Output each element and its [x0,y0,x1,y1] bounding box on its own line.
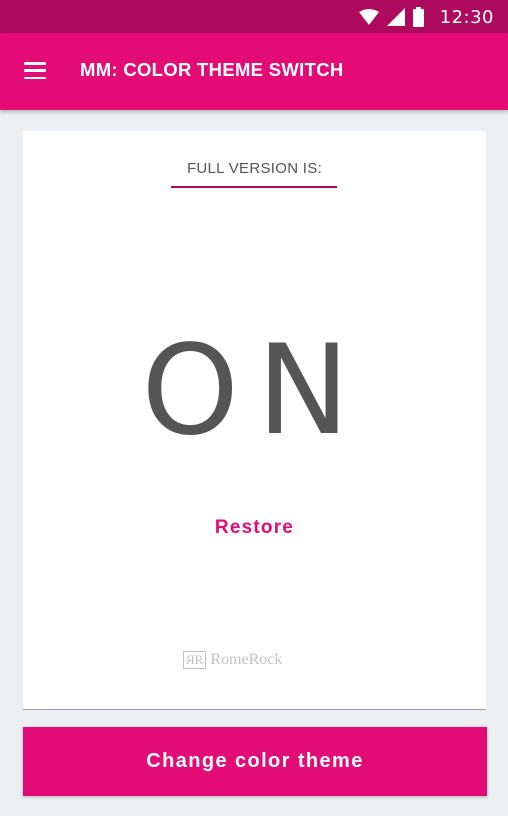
app-bar: MM: COLOR THEME SWITCH [0,33,508,110]
battery-icon [412,7,424,27]
brand-logo: ЯR RomeRock [183,649,282,671]
version-status: ON [141,319,368,463]
brand-mark: ЯR [183,651,207,669]
version-subtitle: FULL VERSION IS: [186,160,323,177]
menu-icon[interactable] [24,62,46,80]
signal-icon [386,8,405,26]
change-color-theme-button[interactable]: Change color theme [23,727,487,796]
restore-button[interactable]: Restore [193,517,316,547]
subtitle-underline [171,186,337,188]
status-bar: 12:30 [0,0,508,33]
status-time: 12:30 [439,6,494,28]
brand-name: RomeRock [210,651,283,668]
change-color-theme-label: Change color theme [146,750,364,772]
app-title: MM: COLOR THEME SWITCH [80,59,344,80]
status-icons: 12:30 [358,6,494,28]
version-card: FULL VERSION IS: ON Restore ЯR RomeRock [23,131,486,710]
wifi-icon [358,9,379,25]
